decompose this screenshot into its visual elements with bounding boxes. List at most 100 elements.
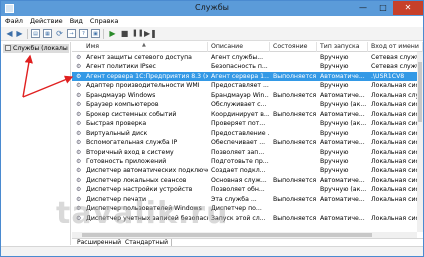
service-startup-cell: Автоматиче... <box>320 91 365 99</box>
service-description-cell: Безопасность п... <box>211 63 268 71</box>
table-row[interactable]: ⚙ Вспомогательная служба IP Обеспечивает .… <box>72 138 423 147</box>
table-row[interactable]: ⚙ Брокер системных событий Координирует в.… <box>72 110 423 119</box>
service-logon-cell: Локальная система <box>371 101 423 109</box>
gear-icon: ⚙ <box>76 82 82 90</box>
service-description-cell: Позволяет обн... <box>211 186 265 194</box>
gear-icon: ⚙ <box>76 148 82 156</box>
menu-help[interactable]: Справка <box>86 16 122 25</box>
service-logon-cell: Локальная система <box>371 139 423 147</box>
service-startup-cell: Вручную (ак... <box>320 101 367 109</box>
service-name-cell: Брандмауэр Windows <box>86 91 156 99</box>
service-state-cell: Выполняется <box>273 176 316 184</box>
service-name-cell: Агент политики IPsec <box>86 63 156 71</box>
service-state-cell <box>271 62 316 71</box>
table-row-selected[interactable]: ⚙ Агент сервера 1С:Предприятия 8.3 (x86-6… <box>72 71 423 82</box>
service-state-cell: Выполняется <box>273 110 316 118</box>
table-row[interactable]: ⚙ Готовность приложений Подготовьте пр... В… <box>72 157 423 166</box>
console-tree-icon[interactable]: ▤ <box>31 29 40 38</box>
service-startup-cell: Автоматиче... <box>320 72 365 80</box>
pause-icon[interactable]: ❚❚ <box>132 29 144 38</box>
menu-action[interactable]: Действие <box>26 16 66 25</box>
help-icon[interactable]: ? <box>79 29 88 38</box>
service-state-cell: Выполняется <box>273 91 316 99</box>
service-state-cell <box>271 148 316 157</box>
service-logon-cell: Локальная система <box>371 167 423 175</box>
gear-icon: ⚙ <box>76 54 82 61</box>
service-state-cell: Выполняется <box>273 72 316 80</box>
service-logon-cell: Локальная система <box>371 214 423 222</box>
service-state-cell <box>271 100 316 109</box>
service-state-cell <box>271 119 316 128</box>
watermark: tavalik.ru <box>56 196 229 231</box>
service-description-cell: Обеспечивает ... <box>211 139 266 147</box>
export-icon[interactable]: → <box>67 29 76 38</box>
table-row[interactable]: ⚙ Брандмауэр Windows Брандмауэр Win... Выпо… <box>72 91 423 100</box>
table-row[interactable]: ⚙ Агент политики IPsec Безопасность п... Вр… <box>72 62 423 71</box>
gear-icon: ⚙ <box>76 110 82 118</box>
view-icon[interactable]: ▦ <box>43 29 52 38</box>
table-row[interactable]: ⚙ Браузер компьютеров Обслуживает с... Вруч… <box>72 100 423 109</box>
title-bar[interactable]: Службы — □ ✕ <box>1 1 423 16</box>
back-icon[interactable]: ◀ <box>5 29 14 38</box>
tree-item-services-local[interactable]: Службы (локалы <box>3 44 69 53</box>
table-row[interactable]: ⚙ Диспетчер локальных сеансов Основная слу… <box>72 176 423 185</box>
service-description-cell: Предоставляет ... <box>211 82 269 90</box>
service-state-cell: Выполняется <box>273 195 316 203</box>
service-state-cell <box>271 81 316 90</box>
service-startup-cell <box>318 204 368 213</box>
table-row[interactable]: ⚙ Агент защиты сетевого доступа Агент служ… <box>72 53 423 62</box>
service-name-cell: Адаптер производительности WMI <box>86 82 200 90</box>
service-logon-cell: Локальная система <box>371 157 423 165</box>
service-description-cell: Позволяет зап... <box>211 148 265 156</box>
sort-up-icon: ▲ <box>142 42 146 48</box>
table-row[interactable]: ⚙ Вторичный вход в систему Позволяет зап..… <box>72 148 423 157</box>
service-logon-cell: Локальная система <box>371 148 423 156</box>
view-tabs: Расширенный Стандартный <box>72 238 423 247</box>
close-button[interactable]: ✕ <box>393 1 423 15</box>
service-startup-cell: Автоматиче... <box>320 139 365 147</box>
column-header-startup[interactable]: Тип запуска <box>318 42 368 52</box>
vertical-scrollbar[interactable] <box>417 52 423 232</box>
forward-icon[interactable]: ▶ <box>15 29 24 38</box>
service-state-cell <box>271 204 316 213</box>
service-startup-cell: Автоматиче... <box>320 176 365 184</box>
column-header-state[interactable]: Состояние <box>271 42 317 52</box>
service-state-cell <box>271 157 316 166</box>
service-logon-cell: Локальная служба <box>371 91 423 99</box>
gear-icon: ⚙ <box>76 101 82 109</box>
service-state-cell <box>271 53 316 62</box>
service-state-cell: Выполняется <box>273 214 316 222</box>
column-header-logon[interactable]: Вход от имени <box>369 42 423 52</box>
service-name-cell: Браузер компьютеров <box>86 101 159 109</box>
scroll-thumb[interactable] <box>418 62 422 122</box>
menu-view[interactable]: Вид <box>66 16 86 25</box>
stop-icon[interactable]: ■ <box>120 29 129 38</box>
table-row[interactable]: ⚙ Виртуальный диск Предоставление ... Вручн… <box>72 129 423 138</box>
gear-icon: ⚙ <box>76 63 82 71</box>
properties-icon[interactable]: ▣ <box>91 29 100 38</box>
maximize-button[interactable]: □ <box>373 1 393 15</box>
service-logon-cell: Локальная система <box>371 195 423 203</box>
table-row[interactable]: ⚙ Адаптер производительности WMI Предостав… <box>72 81 423 90</box>
service-logon-cell: Локальная система <box>371 110 423 118</box>
service-description-cell: Координирует в... <box>211 110 269 118</box>
column-header-description[interactable]: Описание <box>209 42 270 52</box>
service-logon-cell <box>369 204 423 213</box>
service-description-cell: Агент службы... <box>211 54 264 61</box>
table-row[interactable]: ⚙ Диспетчер настройки устройств Позволяет … <box>72 185 423 194</box>
service-description-cell: Основная служ... <box>211 176 267 184</box>
play-icon[interactable]: ▶ <box>108 29 117 38</box>
menu-file[interactable]: Файл <box>1 16 26 25</box>
table-row[interactable]: ⚙ Диспетчер автоматических подключений...… <box>72 166 423 175</box>
column-header-name[interactable]: Имя <box>84 42 208 52</box>
service-description-cell: Агент сервера 1... <box>211 72 269 80</box>
service-name-cell: Брокер системных событий <box>86 110 177 118</box>
table-row[interactable]: ⚙ Быстрая проверка Проверяет пот... Вручную… <box>72 119 423 128</box>
scroll-thumb[interactable] <box>82 233 372 237</box>
service-name-cell: Диспетчер локальных сеансов <box>86 176 187 184</box>
refresh-icon[interactable]: ⟳ <box>55 29 64 38</box>
service-name-cell: Вспомогательная служба IP <box>86 139 178 147</box>
restart-icon[interactable]: ▶❚ <box>144 29 157 38</box>
gear-icon: ⚙ <box>76 72 82 80</box>
minimize-button[interactable]: — <box>353 1 373 15</box>
